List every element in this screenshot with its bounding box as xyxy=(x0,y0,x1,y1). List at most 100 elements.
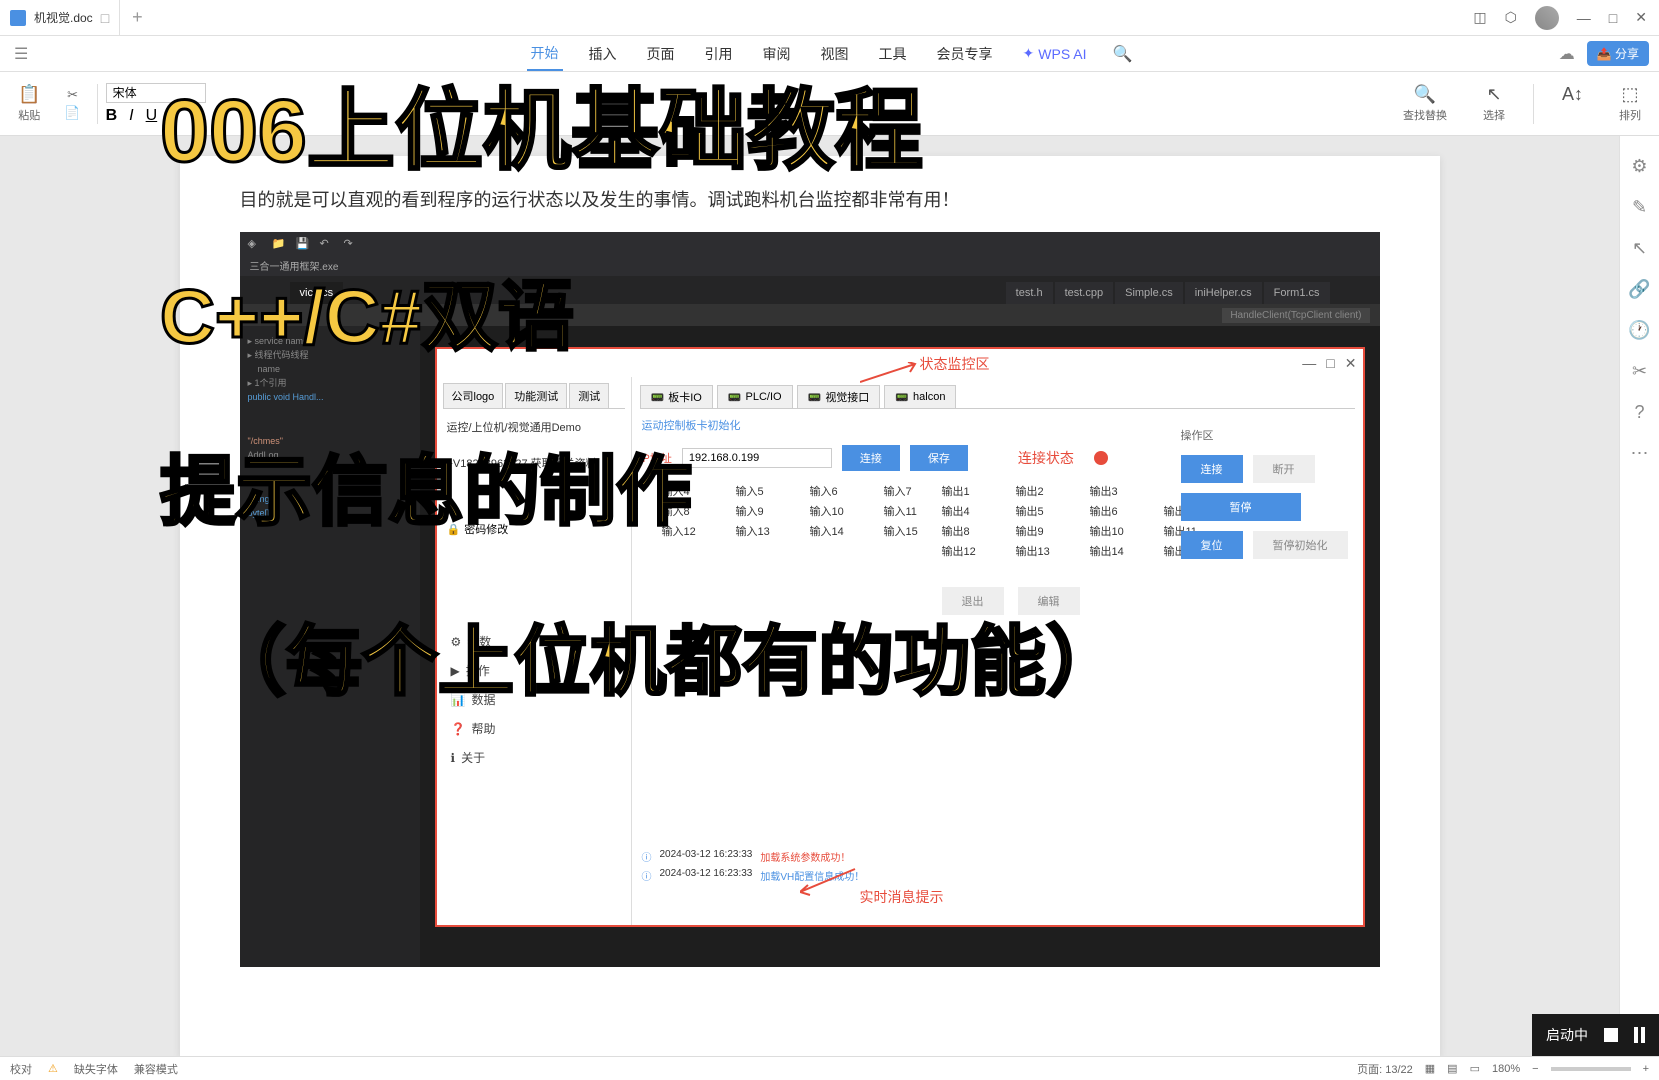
vs-tab[interactable]: Simple.cs xyxy=(1115,282,1183,304)
search-icon[interactable]: 🔍 xyxy=(1113,44,1133,64)
left-tab[interactable]: 公司logo xyxy=(443,383,504,408)
format-row: B I U xyxy=(106,107,206,125)
share-button[interactable]: 📤 分享 xyxy=(1587,41,1649,66)
exit-button[interactable]: 退出 xyxy=(942,587,1004,615)
minimize-icon[interactable]: — xyxy=(1577,10,1591,26)
pause-icon[interactable] xyxy=(1634,1027,1645,1043)
text-direction[interactable]: A↕ xyxy=(1554,84,1591,124)
zoom-slider[interactable] xyxy=(1551,1067,1631,1071)
ops-reset[interactable]: 复位 xyxy=(1181,531,1243,559)
menu-ops[interactable]: ▶ 操作 xyxy=(443,656,625,685)
left-tab[interactable]: 功能测试 xyxy=(505,383,567,408)
connect-button[interactable]: 连接 xyxy=(842,445,900,471)
menu-wps-ai[interactable]: ✦ WPS AI xyxy=(1019,39,1091,68)
settings-icon[interactable]: ⚙ xyxy=(1631,156,1647,177)
ip-label: IP地址 xyxy=(640,450,672,466)
menu-start[interactable]: 开始 xyxy=(527,37,563,71)
view-icon[interactable]: ▦ xyxy=(1425,1062,1435,1075)
password-item[interactable]: 🔒 密码修改 xyxy=(443,481,625,547)
arrow-icon xyxy=(800,867,860,897)
view-icon[interactable]: ▤ xyxy=(1447,1062,1457,1075)
cut-copy[interactable]: ✂ 📄 xyxy=(56,87,88,121)
menu-data[interactable]: 📊 数据 xyxy=(443,685,625,714)
minimize-icon[interactable]: — xyxy=(1302,355,1316,371)
menu-icon[interactable]: ☰ xyxy=(14,44,28,64)
log-line: ⓘ 2024-03-12 16:23:33 加载VH配置信息成功！ xyxy=(642,866,1353,885)
cloud-icon[interactable]: ☁ xyxy=(1559,44,1575,64)
cursor-icon[interactable]: ↖ xyxy=(1632,238,1647,259)
menu-review[interactable]: 审阅 xyxy=(759,38,795,70)
proof-label[interactable]: 校对 xyxy=(10,1061,32,1077)
menu-bar: ☰ 开始 插入 页面 引用 审阅 视图 工具 会员专享 ✦ WPS AI 🔍 ☁… xyxy=(0,36,1659,72)
vs-tab[interactable]: iniHelper.cs xyxy=(1185,282,1262,304)
add-tab-button[interactable]: + xyxy=(120,7,155,28)
ops-pause[interactable]: 暂停 xyxy=(1181,493,1301,521)
menu-member[interactable]: 会员专享 xyxy=(933,38,997,70)
arrange-button[interactable]: ⬚ 排列 xyxy=(1611,84,1649,124)
copy-icon[interactable]: 📄 xyxy=(64,105,80,121)
vs-tab[interactable]: Form1.cs xyxy=(1264,282,1330,304)
pencil-icon[interactable]: ✎ xyxy=(1632,197,1647,218)
find-replace-button[interactable]: 🔍 查找替换 xyxy=(1395,84,1455,124)
menu-about[interactable]: ℹ 关于 xyxy=(443,743,625,772)
paste-group[interactable]: 📋 粘贴 xyxy=(10,84,48,123)
io-cell: 输入6 xyxy=(810,483,870,499)
document-tab[interactable]: 机视觉.doc □ xyxy=(0,0,120,35)
close-icon[interactable]: ✕ xyxy=(1345,355,1357,372)
underline-button[interactable]: U xyxy=(146,107,158,125)
menu-params[interactable]: ⚙ 参数 xyxy=(443,627,625,656)
vs-tab[interactable]: vice.cs xyxy=(290,282,344,304)
scissors-icon[interactable]: ✂ xyxy=(1632,361,1647,382)
select-button[interactable]: ↖ 选择 xyxy=(1475,84,1513,124)
cut-icon[interactable]: ✂ xyxy=(67,87,78,103)
zoom-in[interactable]: + xyxy=(1643,1063,1649,1075)
edit-button[interactable]: 编辑 xyxy=(1018,587,1080,615)
italic-button[interactable]: I xyxy=(129,107,133,125)
info-icon: ⓘ xyxy=(642,849,652,864)
avatar[interactable] xyxy=(1535,6,1559,30)
more-icon[interactable]: ⋯ xyxy=(1631,443,1649,464)
save-button[interactable]: 保存 xyxy=(910,445,968,471)
view-icon[interactable]: ▭ xyxy=(1470,1062,1480,1075)
ops-disconnect[interactable]: 断开 xyxy=(1253,455,1315,483)
right-sidebar: ⚙ ✎ ↖ 🔗 🕐 ✂ ? ⋯ xyxy=(1619,136,1659,1056)
restore-icon[interactable]: ◫ xyxy=(1473,9,1486,26)
main-tab[interactable]: 📟 PLC/IO xyxy=(717,385,793,408)
search-icon: 🔍 xyxy=(1414,84,1436,105)
io-cell: 输入15 xyxy=(884,523,944,539)
clock-icon[interactable]: 🕐 xyxy=(1628,320,1650,341)
menu-ref[interactable]: 引用 xyxy=(701,38,737,70)
menu-help[interactable]: ❓ 帮助 xyxy=(443,714,625,743)
menu-page[interactable]: 页面 xyxy=(643,38,679,70)
close-window-icon[interactable]: ✕ xyxy=(1635,9,1647,26)
font-select[interactable] xyxy=(106,83,206,103)
window-controls: ◫ ⬡ — □ ✕ xyxy=(1473,6,1659,30)
io-cell: 输出3 xyxy=(1090,483,1150,499)
link-icon[interactable]: 🔗 xyxy=(1628,279,1650,300)
arrange-icon: ⬚ xyxy=(1621,84,1638,105)
page: 目的就是可以直观的看到程序的运行状态以及发生的事情。调试跑料机台监控都非常有用！… xyxy=(180,156,1440,1056)
main-tab[interactable]: 📟 板卡IO xyxy=(640,385,713,408)
left-tab[interactable]: 测试 xyxy=(569,383,609,408)
cube-icon[interactable]: ⬡ xyxy=(1505,9,1517,26)
zoom-level[interactable]: 180% xyxy=(1492,1063,1520,1075)
menu-insert[interactable]: 插入 xyxy=(585,38,621,70)
ip-input[interactable] xyxy=(682,448,832,468)
close-icon[interactable]: □ xyxy=(101,10,109,26)
paragraph: 目的就是可以直观的看到程序的运行状态以及发生的事情。调试跑料机台监控都非常有用！ xyxy=(240,186,1380,212)
vs-tab[interactable]: test.cpp xyxy=(1055,282,1114,304)
maximize-icon[interactable]: □ xyxy=(1609,10,1617,26)
vs-tab[interactable]: test.h xyxy=(1006,282,1053,304)
ops-init[interactable]: 暂停初始化 xyxy=(1253,531,1348,559)
ops-connect[interactable]: 连接 xyxy=(1181,455,1243,483)
menu-view[interactable]: 视图 xyxy=(817,38,853,70)
missing-font[interactable]: 缺失字体 xyxy=(74,1061,118,1077)
help-icon[interactable]: ? xyxy=(1634,402,1644,423)
bold-button[interactable]: B xyxy=(106,107,118,125)
callout-log: 实时消息提示 xyxy=(860,887,944,907)
zoom-out[interactable]: − xyxy=(1532,1063,1538,1075)
maximize-icon[interactable]: □ xyxy=(1326,355,1334,371)
menu-tools[interactable]: 工具 xyxy=(875,38,911,70)
stop-icon[interactable] xyxy=(1604,1028,1618,1042)
vs-icon: 📁 xyxy=(272,237,286,251)
